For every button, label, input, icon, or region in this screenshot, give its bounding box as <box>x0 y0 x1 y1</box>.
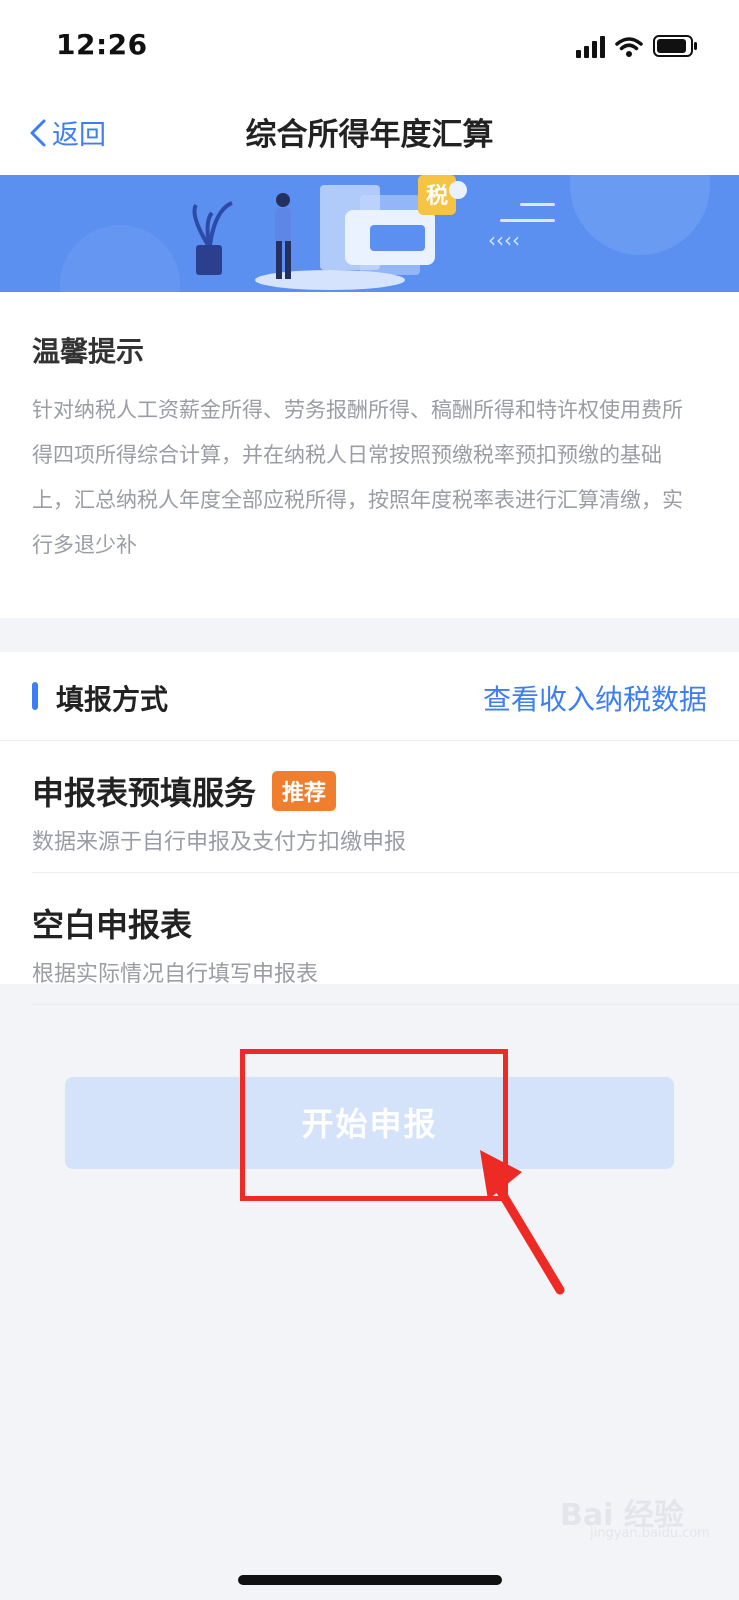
status-bar: 12:26 <box>0 0 739 95</box>
status-time: 12:26 <box>56 28 148 61</box>
view-income-tax-data-link[interactable]: 查看收入纳税数据 <box>483 678 707 718</box>
filing-method-header: 填报方式 查看收入纳税数据 <box>0 652 739 741</box>
banner-illustration: 税 ‹‹‹‹ <box>0 175 739 292</box>
svg-text:‹‹‹‹: ‹‹‹‹ <box>488 228 520 252</box>
option-prefill-service[interactable]: 申报表预填服务 推荐 数据来源于自行申报及支付方扣缴申报 <box>32 740 739 873</box>
tips-body: 针对纳税人工资薪金所得、劳务报酬所得、稿酬所得和特许权使用费所得四项所得综合计算… <box>32 398 683 557</box>
option-subtitle: 根据实际情况自行填写申报表 <box>32 962 319 987</box>
annotation-arrow-icon <box>480 1150 565 1295</box>
start-filing-button[interactable]: 开始申报 <box>65 1077 674 1169</box>
page-title: 综合所得年度汇算 <box>245 117 494 153</box>
watermark-text: Bai 经验 <box>560 1498 684 1533</box>
option-title: 空白申报表 <box>32 906 193 944</box>
baidu-jingyan-watermark: Bai 经验 jingyan.baidu.com <box>560 1490 710 1541</box>
filing-method-section: 填报方式 查看收入纳税数据 申报表预填服务 推荐 数据来源于自行申报及支付方扣缴申… <box>0 652 739 1005</box>
recommend-badge: 推荐 <box>272 771 337 811</box>
banner-art: 税 ‹‹‹‹ <box>60 175 710 292</box>
option-title: 申报表预填服务 推荐 <box>32 768 337 814</box>
option-subtitle: 数据来源于自行申报及支付方扣缴申报 <box>32 830 407 855</box>
option-title-text: 申报表预填服务 <box>32 774 257 812</box>
wifi-icon <box>615 37 643 57</box>
status-icons <box>576 34 699 58</box>
tips-title: 温馨提示 <box>32 335 145 368</box>
section-accent-bar <box>32 682 38 710</box>
watermark-sub: jingyan.baidu.com <box>590 1526 710 1541</box>
tips-card: 温馨提示 针对纳税人工资薪金所得、劳务报酬所得、稿酬所得和特许权使用费所得四项所… <box>0 292 739 618</box>
filing-method-label: 填报方式 <box>56 683 169 716</box>
home-indicator <box>238 1575 502 1585</box>
signal-icon <box>576 36 605 58</box>
tax-tag-label: 税 <box>426 183 448 209</box>
option-blank-form[interactable]: 空白申报表 根据实际情况自行填写申报表 <box>32 872 739 1005</box>
plant-icon <box>192 201 233 275</box>
nav-bar: 返回 综合所得年度汇算 <box>0 95 739 176</box>
battery-icon <box>653 35 697 57</box>
